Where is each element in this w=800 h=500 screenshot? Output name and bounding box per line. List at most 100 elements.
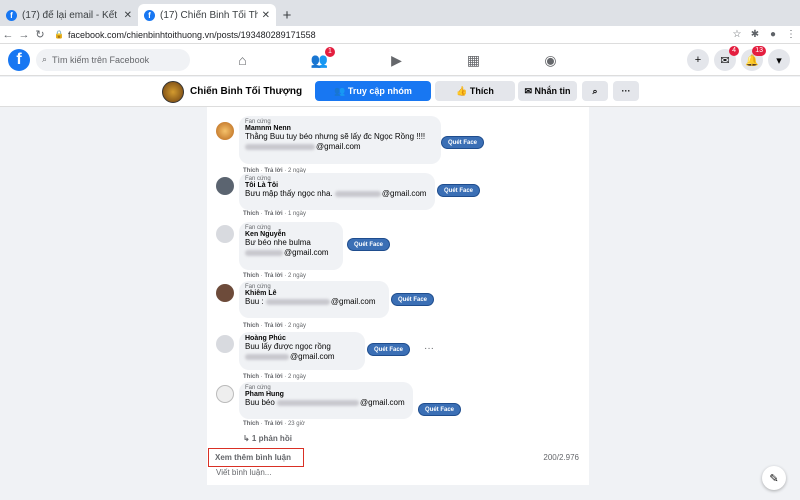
new-message-icon[interactable]: ✎: [762, 466, 786, 490]
comment-bubble: Fan cứng Khiêm Lê Buu : @gmail.com: [239, 281, 389, 318]
profile-icon[interactable]: ●: [764, 29, 782, 40]
group-avatar[interactable]: [162, 81, 184, 103]
comment-text: Buu lấy được ngọc rồng: [245, 342, 331, 351]
like-link[interactable]: Thích: [243, 421, 259, 427]
comment-actions: Thích · Trả lời · 2 ngày: [243, 323, 306, 329]
comments-panel: Fan cứng Mamnm Nenn Thằng Buu tuy béo nh…: [207, 107, 589, 485]
comment-time: 2 ngày: [287, 273, 306, 279]
comment-time: 1 ngày: [287, 211, 306, 217]
browser-tab-1[interactable]: f (17) để lại email - Kết quả tìm k ✕: [0, 4, 138, 26]
commenter-name[interactable]: Hoàng Phúc: [245, 335, 359, 342]
watch-icon[interactable]: ▶: [358, 44, 435, 76]
account-menu-icon[interactable]: ▾: [768, 49, 790, 71]
facebook-logo-icon[interactable]: f: [8, 48, 30, 71]
comment-bubble: Hoàng Phúc Buu lấy được ngọc rồng @gmail…: [239, 332, 365, 370]
comment-actions: Thích · Trả lời · 2 ngày: [243, 273, 306, 279]
see-more-comments-button[interactable]: Xem thêm bình luận: [208, 448, 304, 467]
comment-time: 23 giờ: [287, 421, 305, 427]
reply-link[interactable]: Trả lời: [264, 273, 282, 279]
url-field[interactable]: 🔒 facebook.com/chienbinhtoithuong.vn/pos…: [54, 27, 728, 43]
comment-bubble: Fan cứng Tôi Là Tôi Bưu mập thấy ngọc nh…: [239, 173, 435, 210]
marketplace-icon[interactable]: ▦: [435, 44, 512, 76]
commenter-name[interactable]: Ken Nguyễn: [245, 231, 337, 238]
message-button[interactable]: ✉ Nhắn tin: [518, 81, 577, 101]
quet-face-badge: Quét Face: [347, 238, 391, 251]
search-group-button[interactable]: ⌕: [582, 81, 608, 101]
write-comment-input[interactable]: Viết bình luận...: [216, 468, 271, 477]
like-link[interactable]: Thích: [243, 374, 259, 380]
avatar[interactable]: [216, 177, 234, 195]
redacted-text: [334, 190, 381, 197]
avatar[interactable]: [216, 385, 234, 403]
group-name[interactable]: Chiến Binh Tối Thượng: [190, 86, 302, 97]
reload-icon[interactable]: ↻: [32, 28, 48, 41]
redacted-text: [245, 143, 315, 150]
home-icon[interactable]: ⌂: [204, 44, 281, 76]
view-replies-link[interactable]: ↳ 1 phản hồi: [243, 434, 292, 443]
commenter-name[interactable]: Khiêm Lê: [245, 290, 383, 297]
like-link[interactable]: Thích: [243, 211, 259, 217]
quet-face-badge: Quét Face: [441, 136, 485, 149]
comment-bubble: Fan cứng Ken Nguyễn Bư béo nhe bulma @gm…: [239, 222, 343, 270]
messenger-icon: ✉: [524, 85, 535, 96]
like-page-button[interactable]: 👍 Thích: [435, 81, 515, 101]
url-text: facebook.com/chienbinhtoithuong.vn/posts…: [67, 29, 316, 40]
close-tab-icon[interactable]: ✕: [124, 10, 132, 21]
commenter-name[interactable]: Mamnm Nenn: [245, 125, 435, 132]
comment-actions: Thích · Trả lời · 2 ngày: [243, 374, 306, 380]
search-placeholder: Tìm kiếm trên Facebook: [52, 54, 150, 65]
search-input[interactable]: ⌕ Tìm kiếm trên Facebook: [36, 48, 190, 71]
avatar[interactable]: [216, 225, 234, 243]
address-bar-row: ← → ↻ 🔒 facebook.com/chienbinhtoithuong.…: [0, 26, 800, 44]
browser-tab-2[interactable]: f (17) Chiến Binh Tối Thượng - B ✕: [138, 4, 276, 26]
comment-actions: Thích · Trả lời · 23 giờ: [243, 421, 305, 427]
new-tab-button[interactable]: +: [276, 4, 298, 26]
comment-count: 200/2.976: [543, 453, 579, 462]
messenger-badge: 4: [729, 46, 739, 56]
quet-face-badge: Quét Face: [391, 293, 435, 306]
groups-icon[interactable]: ◉: [512, 44, 589, 76]
bookmark-star-icon[interactable]: ☆: [728, 29, 746, 40]
comment-text: Bư béo nhe bulma: [245, 238, 311, 247]
notifications-icon[interactable]: 🔔 13: [741, 46, 766, 71]
reply-link[interactable]: Trả lời: [264, 323, 282, 329]
close-tab-icon[interactable]: ✕: [262, 10, 270, 21]
messenger-icon[interactable]: ✉ 4: [714, 46, 739, 71]
comment-email: @gmail.com: [316, 142, 361, 151]
avatar[interactable]: [216, 122, 234, 140]
menu-kebab-icon[interactable]: ⋮: [782, 29, 800, 40]
thumbs-up-icon: 👍: [456, 85, 470, 96]
friends-icon[interactable]: 👥 1: [281, 44, 358, 76]
comment-email: @gmail.com: [360, 398, 405, 407]
comment-bubble: Fan cứng Mamnm Nenn Thằng Buu tuy béo nh…: [239, 116, 441, 164]
extension-icon[interactable]: ✱: [746, 29, 764, 40]
create-icon[interactable]: +: [687, 49, 709, 71]
avatar[interactable]: [216, 284, 234, 302]
redacted-text: [245, 249, 283, 256]
quet-face-badge: Quét Face: [418, 403, 462, 416]
search-icon: ⌕: [42, 54, 48, 64]
back-icon[interactable]: ←: [0, 29, 16, 41]
facebook-favicon-icon: f: [144, 9, 155, 21]
more-icon: ···: [621, 86, 631, 96]
comment-text: Bưu mập thấy ngọc nha.: [245, 189, 333, 198]
commenter-name[interactable]: Tôi Là Tôi: [245, 182, 429, 189]
search-icon: ⌕: [592, 85, 598, 96]
more-icon[interactable]: ···: [424, 343, 434, 354]
reply-link[interactable]: Trả lời: [264, 211, 282, 217]
avatar[interactable]: [216, 335, 234, 353]
reply-link[interactable]: Trả lời: [264, 374, 282, 380]
like-link[interactable]: Thích: [243, 323, 259, 329]
comment-text: Buu :: [245, 297, 264, 306]
page-scrollbar[interactable]: [794, 107, 800, 500]
forward-icon[interactable]: →: [16, 29, 32, 41]
like-link[interactable]: Thích: [243, 273, 259, 279]
reply-link[interactable]: Trả lời: [264, 421, 282, 427]
comment-email: @gmail.com: [290, 352, 335, 361]
comment-text: Buu béo: [245, 398, 275, 407]
commenter-name[interactable]: Pham Hung: [245, 391, 407, 398]
visit-group-button[interactable]: 👥 Truy cập nhóm: [315, 81, 431, 101]
comment-text: Thằng Buu tuy béo nhưng sẽ lấy đc Ngọc R…: [245, 132, 426, 141]
tab-title: (17) Chiến Binh Tối Thượng - B: [160, 9, 258, 21]
more-options-button[interactable]: ···: [613, 81, 639, 101]
